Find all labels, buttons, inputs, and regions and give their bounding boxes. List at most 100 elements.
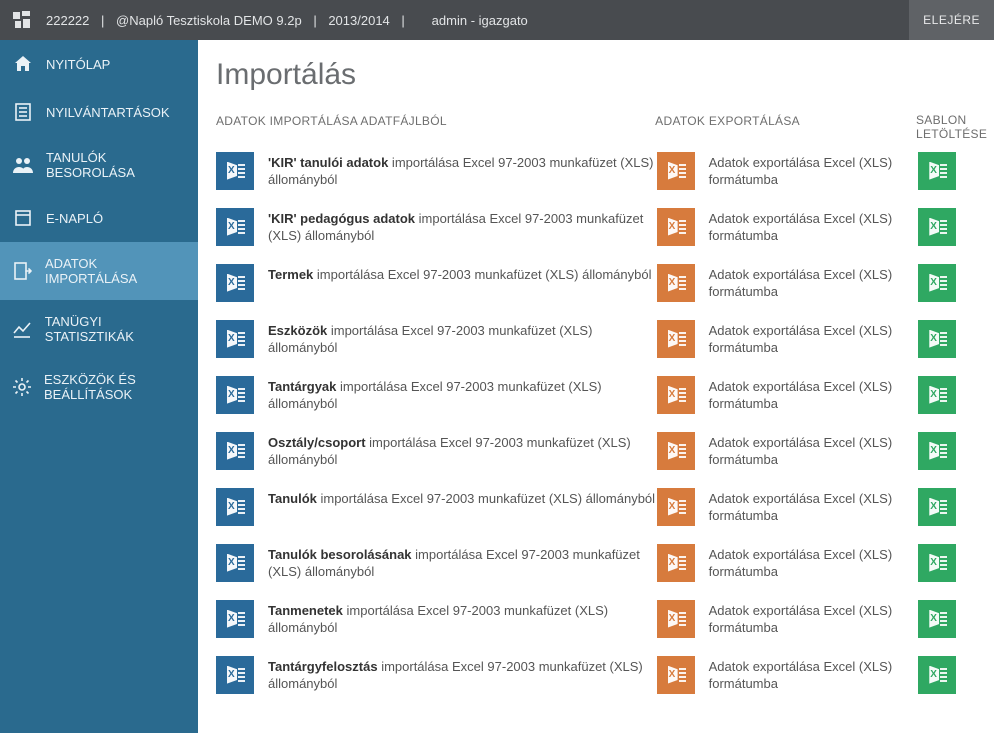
import-row: X Eszközök importálása Excel 97-2003 mun… [216, 320, 976, 358]
excel-tile-download[interactable]: X [918, 600, 956, 638]
excel-tile-download[interactable]: X [918, 264, 956, 302]
excel-tile-import[interactable]: X [216, 208, 254, 246]
import-cell: X Tanulók importálása Excel 97-2003 munk… [216, 488, 657, 526]
excel-icon: X [666, 385, 686, 405]
excel-tile-export[interactable]: X [657, 152, 695, 190]
excel-tile-import[interactable]: X [216, 656, 254, 694]
sidebar-item-enaplo[interactable]: E-NAPLÓ [0, 194, 198, 242]
excel-tile-export[interactable]: X [657, 656, 695, 694]
sidebar-item-records[interactable]: NYILVÁNTARTÁSOK [0, 88, 198, 136]
import-bold: Tantárgyfelosztás [268, 659, 378, 674]
excel-tile-import[interactable]: X [216, 432, 254, 470]
page-title: Importálás [216, 58, 976, 92]
sidebar-item-students[interactable]: TANULÓK BESOROLÁSA [0, 136, 198, 194]
scroll-top-button[interactable]: ELEJÉRE [909, 0, 994, 40]
import-rows: X 'KIR' tanulói adatok importálása Excel… [216, 152, 976, 694]
excel-tile-export[interactable]: X [657, 208, 695, 246]
breadcrumb-school: @Napló Tesztiskola DEMO 9.2p [112, 13, 306, 28]
import-row: X Termek importálása Excel 97-2003 munka… [216, 264, 976, 302]
excel-icon: X [225, 497, 245, 517]
export-description: Adatok exportálása Excel (XLS) formátumb… [709, 432, 919, 469]
download-cell: X [918, 600, 976, 638]
gear-icon [12, 377, 32, 397]
excel-tile-export[interactable]: X [657, 600, 695, 638]
excel-icon: X [927, 217, 947, 237]
import-description: Tantárgyak importálása Excel 97-2003 mun… [268, 376, 657, 413]
excel-tile-download[interactable]: X [918, 656, 956, 694]
sidebar-item-settings[interactable]: ESZKÖZÖK ÉS BEÁLLÍTÁSOK [0, 358, 198, 416]
excel-tile-import[interactable]: X [216, 376, 254, 414]
excel-tile-import[interactable]: X [216, 320, 254, 358]
import-description: Tanmenetek importálása Excel 97-2003 mun… [268, 600, 657, 637]
excel-icon: X [225, 273, 245, 293]
sidebar-item-home[interactable]: NYITÓLAP [0, 40, 198, 88]
import-cell: X Termek importálása Excel 97-2003 munka… [216, 264, 657, 302]
sidebar-item-import[interactable]: ADATOK IMPORTÁLÁSA [0, 242, 198, 300]
export-description: Adatok exportálása Excel (XLS) formátumb… [709, 152, 919, 189]
import-cell: X Tantárgyfelosztás importálása Excel 97… [216, 656, 657, 694]
import-bold: Tantárgyak [268, 379, 336, 394]
excel-tile-export[interactable]: X [657, 264, 695, 302]
export-cell: X Adatok exportálása Excel (XLS) formátu… [657, 376, 919, 414]
column-headers: ADATOK IMPORTÁLÁSA ADATFÁJLBÓL ADATOK EX… [216, 114, 976, 142]
excel-icon: X [927, 441, 947, 461]
import-row: X 'KIR' tanulói adatok importálása Excel… [216, 152, 976, 190]
import-cell: X Tanulók besorolásának importálása Exce… [216, 544, 657, 582]
excel-tile-import[interactable]: X [216, 600, 254, 638]
excel-tile-download[interactable]: X [918, 488, 956, 526]
sidebar-item-label: ADATOK IMPORTÁLÁSA [45, 256, 186, 286]
excel-tile-download[interactable]: X [918, 376, 956, 414]
excel-tile-import[interactable]: X [216, 544, 254, 582]
students-icon [12, 155, 34, 175]
excel-tile-export[interactable]: X [657, 320, 695, 358]
excel-icon: X [927, 385, 947, 405]
export-cell: X Adatok exportálása Excel (XLS) formátu… [657, 488, 919, 526]
excel-icon: X [225, 609, 245, 629]
export-cell: X Adatok exportálása Excel (XLS) formátu… [657, 320, 919, 358]
excel-tile-download[interactable]: X [918, 432, 956, 470]
import-bold: 'KIR' pedagógus adatok [268, 211, 415, 226]
excel-tile-download[interactable]: X [918, 320, 956, 358]
download-cell: X [918, 264, 976, 302]
import-description: 'KIR' pedagógus adatok importálása Excel… [268, 208, 657, 245]
sidebar-item-label: TANULÓK BESOROLÁSA [46, 150, 186, 180]
excel-icon: X [666, 217, 686, 237]
excel-tile-export[interactable]: X [657, 544, 695, 582]
excel-tile-download[interactable]: X [918, 208, 956, 246]
excel-icon: X [225, 161, 245, 181]
excel-icon: X [927, 553, 947, 573]
import-description: Tanulók besorolásának importálása Excel … [268, 544, 657, 581]
excel-icon: X [666, 161, 686, 181]
excel-tile-download[interactable]: X [918, 544, 956, 582]
export-description: Adatok exportálása Excel (XLS) formátumb… [709, 656, 919, 693]
export-cell: X Adatok exportálása Excel (XLS) formátu… [657, 208, 919, 246]
export-cell: X Adatok exportálása Excel (XLS) formátu… [657, 600, 919, 638]
import-description: Eszközök importálása Excel 97-2003 munka… [268, 320, 657, 357]
sidebar: NYITÓLAP NYILVÁNTARTÁSOK TANULÓK BESOROL… [0, 40, 198, 733]
excel-tile-import[interactable]: X [216, 264, 254, 302]
breadcrumb-sep: | [309, 13, 320, 28]
download-cell: X [918, 320, 976, 358]
import-cell: X Tantárgyak importálása Excel 97-2003 m… [216, 376, 657, 414]
import-description: 'KIR' tanulói adatok importálása Excel 9… [268, 152, 657, 189]
main-content: Importálás ADATOK IMPORTÁLÁSA ADATFÁJLBÓ… [198, 40, 994, 733]
excel-tile-import[interactable]: X [216, 488, 254, 526]
excel-icon: X [225, 553, 245, 573]
breadcrumb: 222222 | @Napló Tesztiskola DEMO 9.2p | … [42, 13, 909, 28]
download-cell: X [918, 432, 976, 470]
excel-tile-import[interactable]: X [216, 152, 254, 190]
export-description: Adatok exportálása Excel (XLS) formátumb… [709, 264, 919, 301]
breadcrumb-id: 222222 [42, 13, 93, 28]
import-row: X Tanmenetek importálása Excel 97-2003 m… [216, 600, 976, 638]
breadcrumb-sep: | [397, 13, 408, 28]
export-description: Adatok exportálása Excel (XLS) formátumb… [709, 600, 919, 637]
excel-tile-export[interactable]: X [657, 488, 695, 526]
export-cell: X Adatok exportálása Excel (XLS) formátu… [657, 656, 919, 694]
export-description: Adatok exportálása Excel (XLS) formátumb… [709, 376, 919, 413]
excel-icon: X [666, 329, 686, 349]
excel-tile-download[interactable]: X [918, 152, 956, 190]
sidebar-item-stats[interactable]: TANÜGYI STATISZTIKÁK [0, 300, 198, 358]
download-cell: X [918, 152, 976, 190]
excel-tile-export[interactable]: X [657, 376, 695, 414]
excel-tile-export[interactable]: X [657, 432, 695, 470]
